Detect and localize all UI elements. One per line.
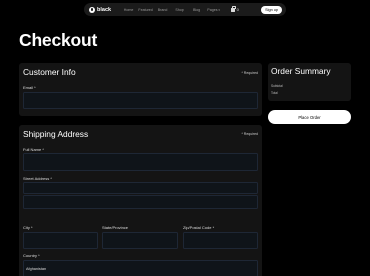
email-field[interactable] — [23, 92, 258, 109]
place-order-button[interactable]: Place Order — [268, 110, 351, 124]
zip-code-label: Zip/Postal Code * — [183, 225, 215, 230]
brand-logo[interactable]: black — [89, 6, 112, 13]
nav-link-pages[interactable]: Pages — [205, 8, 222, 12]
brand-name: black — [97, 6, 112, 13]
customer-info-title: Customer Info — [23, 67, 76, 77]
cart-count: 0 — [236, 7, 239, 12]
street-address-label: Street Address * — [23, 176, 52, 181]
nav-link-brand[interactable]: Brand — [154, 8, 171, 12]
city-field[interactable] — [23, 232, 98, 249]
brand-icon — [89, 6, 95, 13]
country-select[interactable]: Afghanistan — [23, 260, 258, 276]
street-address-line1-field[interactable] — [23, 182, 258, 194]
nav-link-featured[interactable]: Featured — [137, 8, 154, 12]
required-note: * Required — [241, 71, 258, 75]
email-label: Email * — [23, 85, 36, 90]
country-label: Country * — [23, 253, 40, 258]
subtotal-label: Subtotal — [271, 84, 283, 88]
nav-link-shop[interactable]: Shop — [171, 8, 188, 12]
order-summary-title: Order Summary — [271, 66, 331, 76]
street-address-line2-field[interactable] — [23, 195, 258, 209]
city-label: City * — [23, 225, 33, 230]
zip-code-field[interactable] — [183, 232, 258, 249]
full-name-label: Full Name * — [23, 147, 44, 152]
nav-link-home[interactable]: Home — [120, 8, 137, 12]
nav-links: Home Featured Brand Shop Blog Pages — [120, 8, 222, 12]
state-province-label: State/Province — [102, 225, 129, 230]
shopping-bag-icon — [231, 6, 237, 12]
total-label: Total — [271, 91, 278, 95]
nav-link-blog[interactable]: Blog — [188, 8, 205, 12]
required-note: * Required — [241, 132, 258, 136]
full-name-field[interactable] — [23, 153, 258, 171]
shipping-address-title: Shipping Address — [23, 129, 89, 139]
customer-info-panel: Customer Info * Required Email * — [19, 63, 262, 116]
signup-button[interactable]: Sign up — [261, 5, 282, 14]
order-summary-panel: Order Summary Subtotal Total — [268, 63, 351, 101]
cart-button[interactable]: 0 — [231, 6, 239, 12]
state-province-field[interactable] — [102, 232, 178, 249]
page-title: Checkout — [19, 30, 98, 50]
top-nav: black Home Featured Brand Shop Blog Page… — [84, 3, 286, 16]
shipping-address-panel: Shipping Address * Required Full Name * … — [19, 125, 262, 276]
